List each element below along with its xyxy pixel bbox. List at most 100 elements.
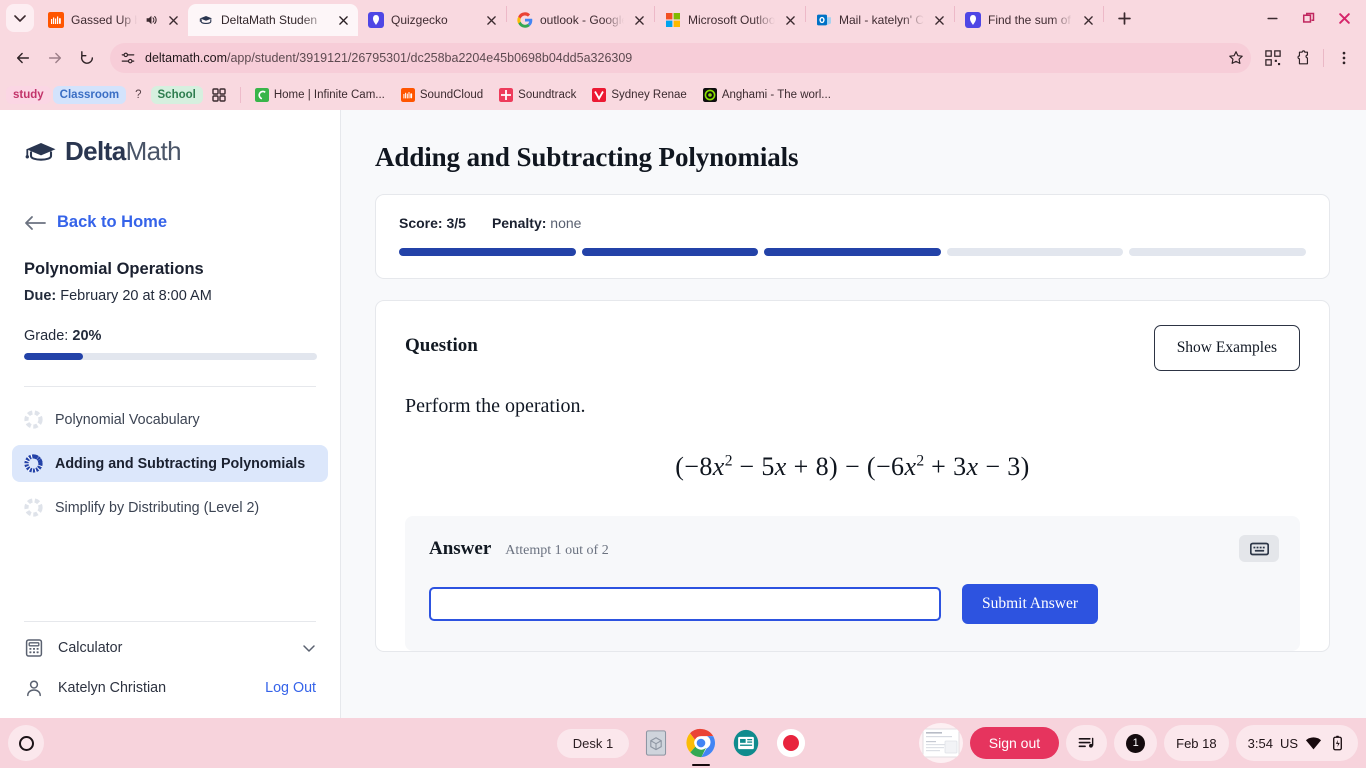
media-controls-button[interactable] — [1066, 725, 1108, 761]
tab-close-button[interactable] — [931, 12, 947, 28]
tab-title: outlook - Google S — [540, 13, 624, 27]
bookmark-sydney-renae[interactable]: Sydney Renae — [585, 85, 693, 105]
tab-close-button[interactable] — [335, 12, 351, 28]
answer-header: Answer Attempt 1 out of 2 — [429, 538, 1276, 560]
file-manager-icon[interactable] — [638, 725, 674, 761]
launcher-button[interactable] — [8, 725, 44, 761]
files-app-icon — [646, 730, 667, 756]
back-to-home-link[interactable]: Back to Home — [24, 213, 316, 232]
taskbar: Desk 1 Sign out 1 Feb 18 3:54 US — [0, 718, 1366, 768]
topic-simplify-by-distributing[interactable]: Simplify by Distributing (Level 2) — [12, 489, 328, 526]
browser-toolbar: deltamath.com/app/student/3919121/267953… — [0, 36, 1366, 80]
calculator-toggle[interactable]: Calculator — [24, 628, 316, 668]
tab-close-button[interactable] — [782, 12, 798, 28]
desk-selector[interactable]: Desk 1 — [556, 728, 630, 758]
main-content: Adding and Subtracting Polynomials Score… — [341, 110, 1366, 718]
playlist-music-icon — [1078, 737, 1094, 748]
sidebar-tools: Calculator Katelyn Christian Log Out — [24, 621, 316, 718]
qr-code-button[interactable] — [1259, 44, 1287, 72]
tab-close-button[interactable] — [165, 12, 181, 28]
assignment-title: Polynomial Operations — [24, 260, 204, 278]
due-date: Due: February 20 at 8:00 AM — [24, 288, 316, 304]
tab-close-button[interactable] — [1080, 12, 1096, 28]
question-header: Question Show Examples — [405, 325, 1300, 371]
grade-progress-bar — [24, 353, 317, 360]
bookmark-classroom[interactable]: Classroom — [52, 86, 127, 104]
wifi-icon — [1305, 736, 1322, 749]
chrome-menu-button[interactable] — [1330, 44, 1358, 72]
new-tab-button[interactable] — [1110, 4, 1138, 32]
bookmark-label: Classroom — [59, 89, 120, 101]
penalty-value: none — [550, 215, 582, 231]
keyboard-icon — [1249, 542, 1269, 555]
bookmark-infinite-campus[interactable]: Home | Infinite Cam... — [248, 85, 392, 105]
date-button[interactable]: Feb 18 — [1164, 725, 1229, 761]
show-examples-button[interactable]: Show Examples — [1153, 325, 1300, 371]
extensions-button[interactable] — [1289, 44, 1317, 72]
topic-polynomial-vocabulary[interactable]: Polynomial Vocabulary — [12, 401, 328, 438]
sign-out-button[interactable]: Sign out — [969, 727, 1060, 759]
maximize-button[interactable] — [1290, 4, 1326, 32]
minimize-button[interactable] — [1254, 4, 1290, 32]
tab-search-button[interactable] — [6, 4, 34, 32]
progress-ring-empty-icon — [24, 498, 43, 517]
tab-microsoft-outlook[interactable]: Microsoft Outlook — [655, 4, 805, 36]
bookmark-anghami[interactable]: Anghami - The worl... — [696, 85, 838, 105]
answer-input[interactable] — [429, 587, 941, 621]
screen-capture-preview[interactable] — [918, 723, 963, 763]
reload-button[interactable] — [72, 43, 102, 73]
screen-recorder-icon[interactable] — [773, 725, 809, 761]
close-window-button[interactable] — [1326, 4, 1362, 32]
teams-icon[interactable] — [728, 725, 764, 761]
answer-section: Answer Attempt 1 out of 2 Submit Answer — [405, 516, 1300, 651]
bookmark-star-icon[interactable] — [1227, 49, 1245, 67]
bookmark-label: SoundCloud — [419, 89, 484, 101]
bookmark-question[interactable]: ? — [128, 86, 148, 104]
chevron-down-icon — [303, 645, 315, 652]
reload-icon — [80, 51, 94, 64]
bookmark-soundcloud[interactable]: SoundCloud — [394, 85, 490, 105]
keyboard-toggle-button[interactable] — [1239, 535, 1279, 562]
topic-adding-subtracting-polynomials[interactable]: Adding and Subtracting Polynomials — [12, 445, 328, 482]
url-text: deltamath.com/app/student/3919121/267953… — [145, 51, 1221, 65]
deltamath-logo[interactable]: DeltaMath — [24, 136, 316, 167]
back-to-home-label: Back to Home — [57, 213, 168, 231]
tab-mail-katelyn[interactable]: Mail - katelyn' Ch — [806, 4, 954, 36]
progress-ring-partial-icon — [24, 454, 43, 473]
user-row: Katelyn Christian Log Out — [24, 668, 316, 718]
tab-find-the-sum[interactable]: Find the sum of 2 — [955, 4, 1103, 36]
topic-label: Adding and Subtracting Polynomials — [55, 455, 306, 472]
status-area[interactable]: 3:54 US — [1235, 725, 1358, 761]
bookmark-label: Home | Infinite Cam... — [273, 89, 385, 101]
tab-gassed-up[interactable]: Gassed Up by — [38, 4, 188, 36]
address-bar[interactable]: deltamath.com/app/student/3919121/267953… — [110, 43, 1251, 73]
tab-outlook-google-search[interactable]: outlook - Google S — [507, 4, 654, 36]
bookmark-school[interactable]: School — [150, 86, 203, 104]
back-button[interactable] — [8, 43, 38, 73]
bookmark-soundtrack[interactable]: Soundtrack — [492, 85, 583, 105]
logout-link[interactable]: Log Out — [265, 680, 316, 696]
infinite-campus-icon — [254, 88, 269, 102]
tab-close-button[interactable] — [631, 12, 647, 28]
topic-label: Polynomial Vocabulary — [55, 411, 200, 428]
site-settings-icon[interactable] — [120, 50, 136, 66]
chrome-icon[interactable] — [683, 725, 719, 761]
soundcloud-icon — [48, 12, 64, 28]
tab-deltamath-student[interactable]: DeltaMath Studen — [188, 4, 358, 36]
speaker-icon[interactable] — [144, 13, 158, 27]
forward-button[interactable] — [40, 43, 70, 73]
microsoft-icon — [666, 13, 680, 27]
launcher-circle-icon — [18, 735, 34, 751]
calculator-icon — [25, 639, 43, 657]
url-host: deltamath.com — [145, 51, 227, 65]
tools-divider — [24, 621, 316, 622]
window-controls — [1254, 4, 1362, 36]
tab-quizgecko[interactable]: Quizgecko — [358, 4, 506, 36]
progress-segment — [764, 248, 941, 256]
bookmark-study[interactable]: study — [6, 86, 51, 104]
notification-badge[interactable]: 1 — [1114, 725, 1158, 761]
bookmark-apps[interactable] — [205, 85, 233, 105]
submit-answer-button[interactable]: Submit Answer — [962, 584, 1099, 624]
qr-code-icon — [1265, 50, 1281, 66]
tab-close-button[interactable] — [483, 12, 499, 28]
